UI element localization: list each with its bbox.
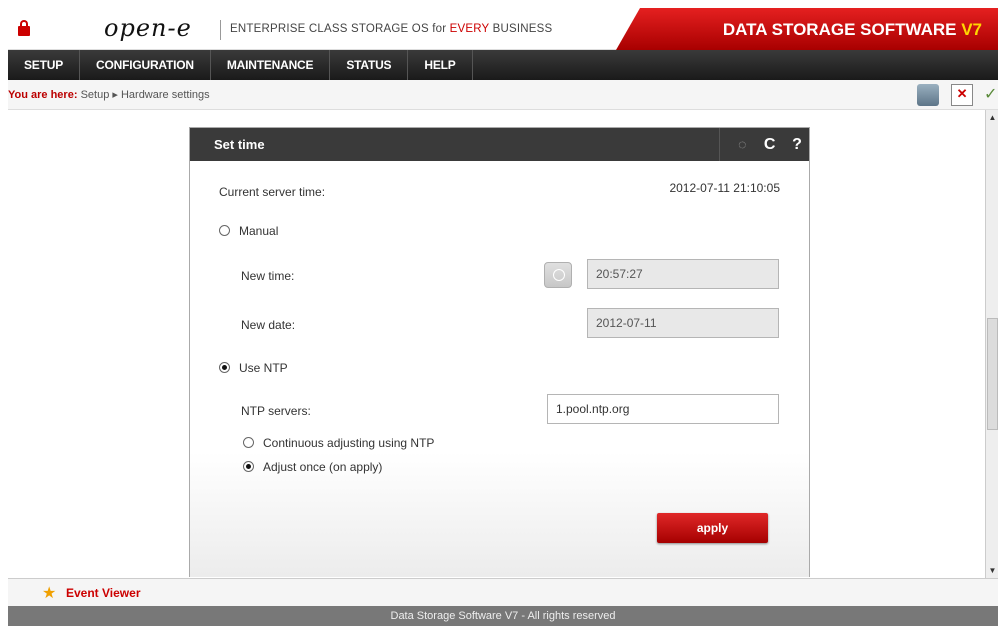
product-title: DATA STORAGE SOFTWARE V7 xyxy=(722,20,982,39)
current-time-value: 2012-07-11 21:10:05 xyxy=(669,181,780,195)
breadcrumb-bar: You are here: Setup ▸ Hardware settings xyxy=(8,80,998,110)
main-nav: SETUP CONFIGURATION MAINTENANCE STATUS H… xyxy=(8,50,998,80)
use-ntp-label: Use NTP xyxy=(239,361,288,375)
new-date-input[interactable]: 2012-07-11 xyxy=(587,308,779,338)
brand-logo: open-e xyxy=(104,14,192,42)
breadcrumb-setup[interactable]: Setup xyxy=(81,89,110,101)
manual-radio[interactable] xyxy=(219,225,230,236)
main-content: Set time ◌ C ? Current server time: 2012… xyxy=(8,110,998,578)
apply-button[interactable]: apply xyxy=(657,513,768,543)
help-icon[interactable]: ? xyxy=(785,128,809,161)
nav-status[interactable]: STATUS xyxy=(330,50,409,80)
breadcrumb: You are here: Setup ▸ Hardware settings xyxy=(8,89,210,101)
shutdown-icon[interactable] xyxy=(950,84,973,106)
adjust-once-radio[interactable] xyxy=(243,461,254,472)
scroll-up-icon[interactable]: ▲ xyxy=(987,112,998,123)
adjust-once-label: Adjust once (on apply) xyxy=(263,460,383,474)
ntp-servers-label: NTP servers: xyxy=(241,404,311,418)
manual-label: Manual xyxy=(239,224,279,238)
ntp-servers-input[interactable]: 1.pool.ntp.org xyxy=(547,394,779,424)
use-ntp-radio[interactable] xyxy=(219,362,230,373)
set-time-panel: Set time ◌ C ? Current server time: 2012… xyxy=(189,127,810,577)
panel-title: Set time xyxy=(214,137,265,152)
breadcrumb-separator: ▸ xyxy=(112,89,118,101)
network-icon[interactable] xyxy=(917,84,940,106)
app-header: open-e ENTERPRISE CLASS STORAGE OS for E… xyxy=(8,8,998,50)
logo-divider xyxy=(220,20,221,40)
continuous-radio[interactable] xyxy=(243,437,254,448)
new-time-input[interactable]: 20:57:27 xyxy=(587,259,779,289)
nav-setup[interactable]: SETUP xyxy=(8,50,81,80)
nav-help[interactable]: HELP xyxy=(408,50,473,80)
footer: Data Storage Software V7 - All rights re… xyxy=(8,606,998,626)
event-viewer-link[interactable]: Event Viewer xyxy=(66,586,140,600)
tagline: ENTERPRISE CLASS STORAGE OS for EVERY BU… xyxy=(230,23,553,35)
panel-body: Current server time: 2012-07-11 21:10:05… xyxy=(190,161,809,577)
lock-icon[interactable] xyxy=(18,20,30,36)
logout-icon[interactable] xyxy=(984,84,998,106)
continuous-label: Continuous adjusting using NTP xyxy=(263,436,435,450)
panel-header: Set time ◌ C ? xyxy=(190,128,809,161)
refresh-icon[interactable]: C xyxy=(758,128,782,161)
new-date-label: New date: xyxy=(241,318,296,332)
toolbar-icons xyxy=(909,84,998,106)
event-viewer-bar: ★ Event Viewer xyxy=(8,578,998,606)
clock-icon[interactable] xyxy=(544,262,572,288)
vertical-scrollbar[interactable]: ▲ ▼ xyxy=(985,110,998,578)
star-icon: ★ xyxy=(42,585,57,602)
nav-configuration[interactable]: CONFIGURATION xyxy=(80,50,211,80)
nav-maintenance[interactable]: MAINTENANCE xyxy=(211,50,331,80)
scroll-thumb[interactable] xyxy=(987,318,998,430)
scroll-down-icon[interactable]: ▼ xyxy=(987,565,998,576)
loading-spinner-icon: ◌ xyxy=(738,136,747,152)
current-time-label: Current server time: xyxy=(219,185,326,199)
breadcrumb-current[interactable]: Hardware settings xyxy=(121,89,210,101)
new-time-label: New time: xyxy=(241,269,295,283)
panel-tools: ◌ C ? xyxy=(719,128,809,161)
product-banner: DATA STORAGE SOFTWARE V7 xyxy=(616,8,998,50)
